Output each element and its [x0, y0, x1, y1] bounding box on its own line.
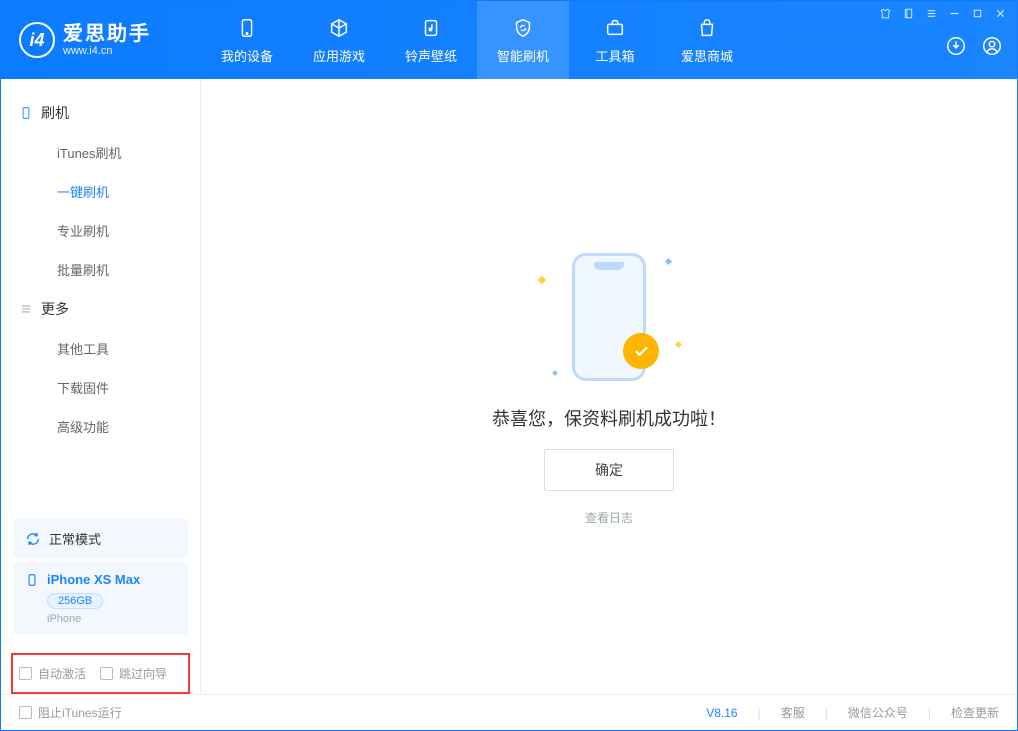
- checkbox-box-icon: [19, 706, 32, 719]
- tab-ringtone-wallpaper[interactable]: 铃声壁纸: [385, 1, 477, 79]
- tab-apps-games[interactable]: 应用游戏: [293, 1, 385, 79]
- close-button[interactable]: [994, 7, 1007, 20]
- music-note-icon: [419, 16, 443, 40]
- sidebar-group-flash: 刷机: [1, 93, 200, 133]
- sidebar-item-oneclick-flash[interactable]: 一键刷机: [1, 172, 200, 211]
- tab-label: 我的设备: [221, 46, 273, 65]
- phone-small-icon: [25, 573, 39, 587]
- maximize-button[interactable]: [971, 7, 984, 20]
- sidebar-item-batch-flash[interactable]: 批量刷机: [1, 250, 200, 289]
- shopping-bag-icon: [695, 16, 719, 40]
- sidebar-item-pro-flash[interactable]: 专业刷机: [1, 211, 200, 250]
- sidebar-item-advanced[interactable]: 高级功能: [1, 407, 200, 446]
- briefcase-icon: [603, 16, 627, 40]
- app-window: i4 爱思助手 www.i4.cn 我的设备 应用游戏 铃声壁纸 智能刷机: [0, 0, 1018, 731]
- checkbox-label: 跳过向导: [119, 665, 167, 682]
- checkbox-box-icon: [100, 667, 113, 680]
- highlighted-checkbox-row: 自动激活 跳过向导: [11, 653, 190, 694]
- success-illustration: [519, 247, 699, 387]
- version-text: V8.16: [706, 706, 737, 720]
- app-logo-icon: i4: [19, 22, 55, 58]
- footer-bar: 阻止iTunes运行 V8.16 | 客服 | 微信公众号 | 检查更新: [1, 694, 1017, 730]
- device-storage-badge: 256GB: [47, 593, 103, 609]
- sidebar-item-other-tools[interactable]: 其他工具: [1, 329, 200, 368]
- support-link[interactable]: 客服: [781, 704, 805, 721]
- refresh-icon: [25, 531, 41, 547]
- view-log-link[interactable]: 查看日志: [585, 509, 633, 526]
- header-bar: i4 爱思助手 www.i4.cn 我的设备 应用游戏 铃声壁纸 智能刷机: [1, 1, 1017, 79]
- shirt-icon[interactable]: [879, 7, 892, 20]
- sidebar-item-itunes-flash[interactable]: iTunes刷机: [1, 133, 200, 172]
- device-panel: 正常模式 iPhone XS Max 256GB iPhone: [1, 519, 200, 639]
- menu-icon[interactable]: [925, 7, 938, 20]
- sidebar-group-label: 刷机: [41, 103, 69, 123]
- tab-store[interactable]: 爱思商城: [661, 1, 753, 79]
- sidebar-item-download-firmware[interactable]: 下载固件: [1, 368, 200, 407]
- phone-icon: [235, 16, 259, 40]
- tab-label: 应用游戏: [313, 46, 365, 65]
- tab-toolbox[interactable]: 工具箱: [569, 1, 661, 79]
- device-type: iPhone: [47, 613, 176, 625]
- user-icon[interactable]: [981, 35, 1003, 62]
- sidebar: 刷机 iTunes刷机 一键刷机 专业刷机 批量刷机 更多 其他工具 下载固件 …: [1, 79, 201, 694]
- check-update-link[interactable]: 检查更新: [951, 704, 999, 721]
- checkbox-block-itunes[interactable]: 阻止iTunes运行: [19, 704, 122, 721]
- app-subtitle: www.i4.cn: [63, 45, 151, 57]
- header-right-actions: [945, 35, 1003, 62]
- logo-area: i4 爱思助手 www.i4.cn: [1, 1, 201, 79]
- shield-refresh-icon: [511, 16, 535, 40]
- tab-label: 工具箱: [595, 46, 634, 65]
- checkbox-label: 阻止iTunes运行: [38, 704, 122, 721]
- minimize-button[interactable]: [948, 7, 961, 20]
- body: 刷机 iTunes刷机 一键刷机 专业刷机 批量刷机 更多 其他工具 下载固件 …: [1, 79, 1017, 694]
- tab-my-device[interactable]: 我的设备: [201, 1, 293, 79]
- checkmark-badge-icon: [623, 333, 659, 369]
- main-tabs: 我的设备 应用游戏 铃声壁纸 智能刷机 工具箱 爱思商城: [201, 1, 753, 79]
- confirm-button[interactable]: 确定: [544, 449, 674, 491]
- checkbox-auto-activate[interactable]: 自动激活: [19, 665, 86, 682]
- device-status-text: 正常模式: [49, 529, 101, 548]
- success-message: 恭喜您，保资料刷机成功啦！: [492, 405, 726, 431]
- list-icon: [19, 302, 33, 316]
- sidebar-group-more: 更多: [1, 289, 200, 329]
- phone-outline-icon: [19, 106, 33, 120]
- device-name: iPhone XS Max: [47, 572, 140, 587]
- window-controls: [879, 7, 1007, 20]
- download-icon[interactable]: [945, 35, 967, 62]
- checkbox-label: 自动激活: [38, 665, 86, 682]
- checkbox-box-icon: [19, 667, 32, 680]
- checkbox-skip-guide[interactable]: 跳过向导: [100, 665, 167, 682]
- device-info-card[interactable]: iPhone XS Max 256GB iPhone: [13, 562, 188, 635]
- tab-label: 智能刷机: [497, 46, 549, 65]
- main-content: 恭喜您，保资料刷机成功啦！ 确定 查看日志: [201, 79, 1017, 694]
- device-status-card[interactable]: 正常模式: [13, 519, 188, 558]
- tab-label: 爱思商城: [681, 46, 733, 65]
- book-icon[interactable]: [902, 7, 915, 20]
- tab-smart-flash[interactable]: 智能刷机: [477, 1, 569, 79]
- wechat-link[interactable]: 微信公众号: [848, 704, 908, 721]
- sidebar-group-label: 更多: [41, 299, 69, 319]
- cube-icon: [327, 16, 351, 40]
- app-title: 爱思助手: [63, 23, 151, 45]
- tab-label: 铃声壁纸: [405, 46, 457, 65]
